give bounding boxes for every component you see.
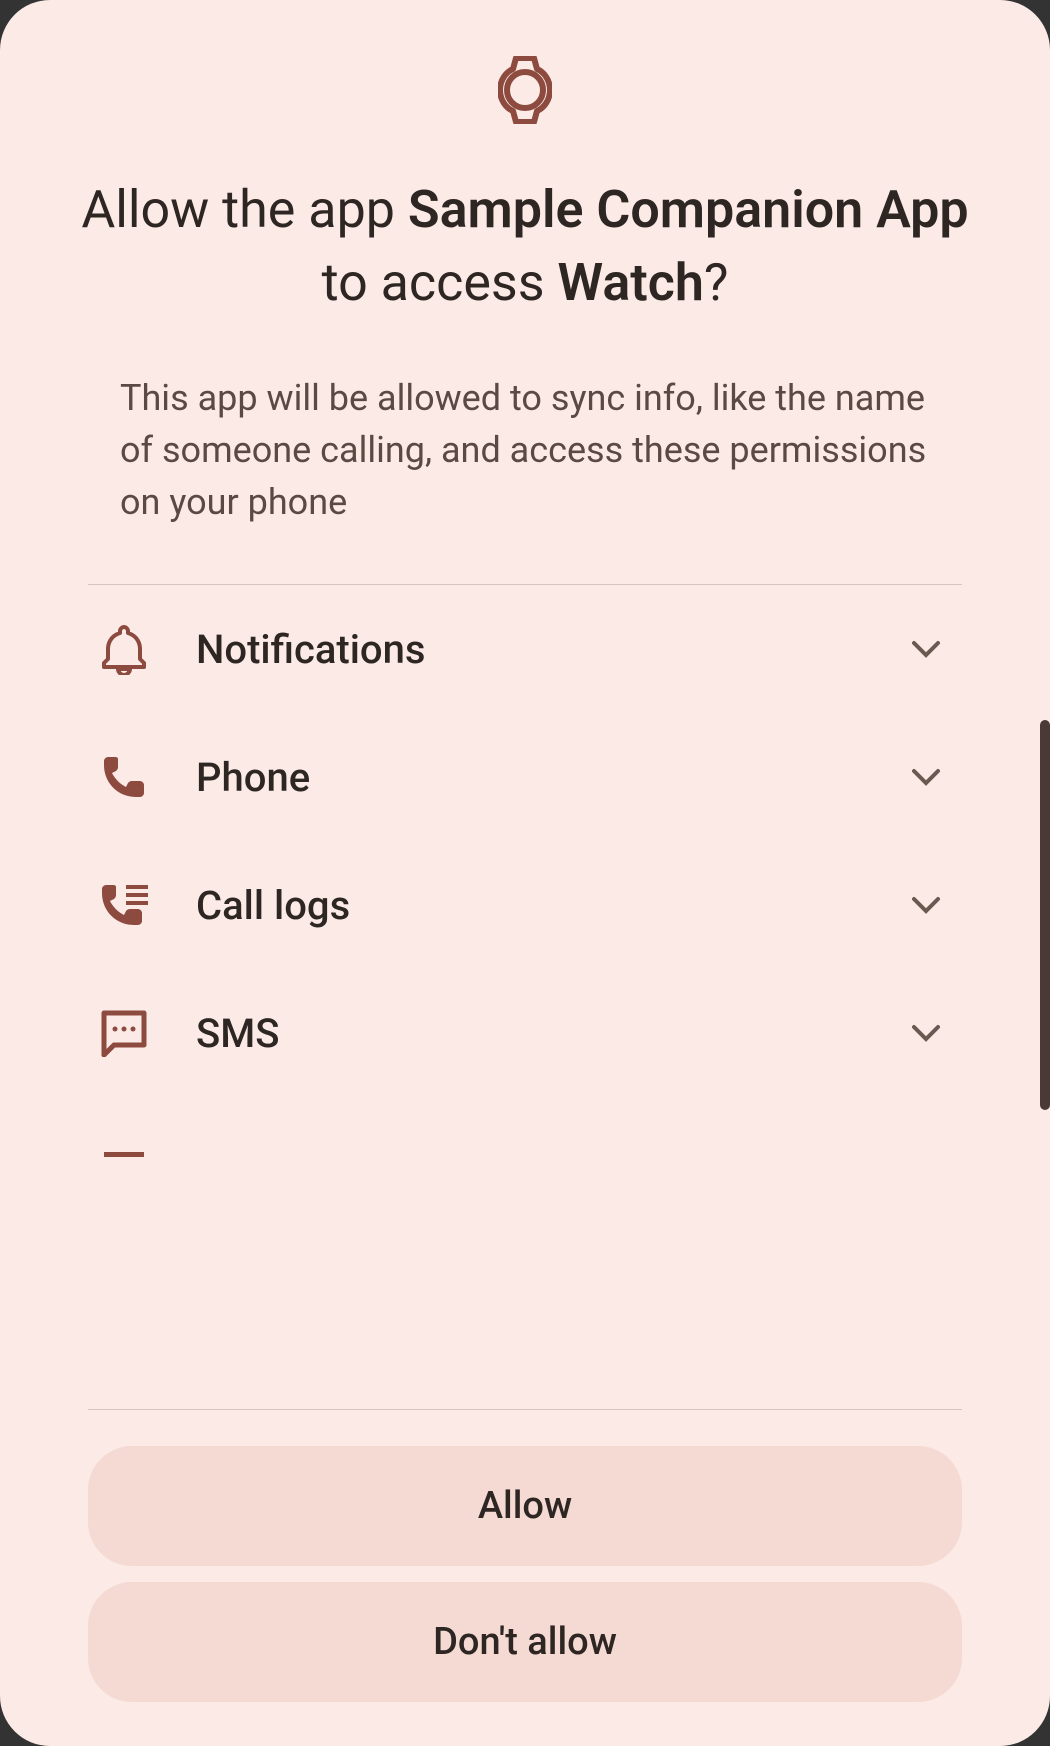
call-logs-icon bbox=[100, 881, 148, 929]
dialog-header: Allow the app Sample Companion App to ac… bbox=[0, 0, 1050, 320]
permission-item-notifications[interactable]: Notifications bbox=[88, 585, 962, 713]
sms-icon bbox=[100, 1009, 148, 1057]
permission-label: Phone bbox=[196, 754, 910, 801]
dialog-buttons: Allow Don't allow bbox=[0, 1410, 1050, 1746]
chevron-down-icon bbox=[910, 761, 942, 793]
permission-item-sms[interactable]: SMS bbox=[88, 969, 962, 1097]
allow-button[interactable]: Allow bbox=[88, 1446, 962, 1566]
phone-icon bbox=[100, 753, 148, 801]
permission-label: SMS bbox=[196, 1010, 910, 1057]
permission-item-partial[interactable] bbox=[88, 1097, 962, 1221]
title-resource: Watch bbox=[558, 252, 704, 313]
scrollbar[interactable] bbox=[1040, 720, 1050, 1110]
watch-icon bbox=[498, 56, 552, 124]
title-app-name: Sample Companion App bbox=[408, 179, 969, 240]
permission-item-call-logs[interactable]: Call logs bbox=[88, 841, 962, 969]
permission-label: Call logs bbox=[196, 882, 910, 929]
dialog-title: Allow the app Sample Companion App to ac… bbox=[0, 124, 1050, 320]
chevron-down-icon bbox=[910, 1017, 942, 1049]
permission-item-phone[interactable]: Phone bbox=[88, 713, 962, 841]
title-prefix: Allow the app bbox=[81, 179, 408, 240]
permission-label: Notifications bbox=[196, 626, 910, 673]
title-middle: to access bbox=[322, 252, 558, 313]
permissions-list: Notifications Phone bbox=[88, 585, 962, 1409]
chevron-down-icon bbox=[910, 889, 942, 921]
dialog-description: This app will be allowed to sync info, l… bbox=[0, 320, 1050, 529]
title-suffix: ? bbox=[704, 252, 729, 313]
deny-button[interactable]: Don't allow bbox=[88, 1582, 962, 1702]
contacts-icon bbox=[100, 1133, 148, 1181]
chevron-down-icon bbox=[910, 633, 942, 665]
permission-dialog: Allow the app Sample Companion App to ac… bbox=[0, 0, 1050, 1746]
notifications-icon bbox=[100, 625, 148, 673]
